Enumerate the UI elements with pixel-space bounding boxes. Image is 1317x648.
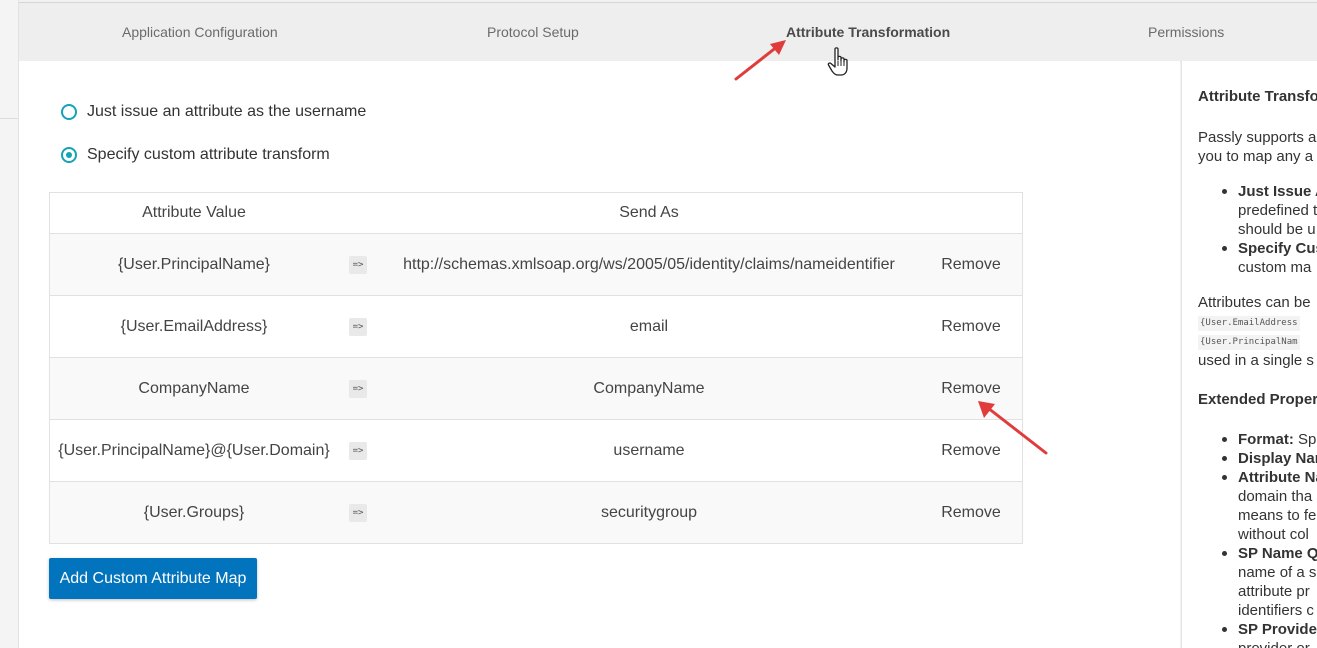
remove-cell: Remove bbox=[920, 380, 1022, 398]
help-term-line: means to fe bbox=[1238, 507, 1317, 524]
help-attrs-line: used in a single s bbox=[1198, 352, 1314, 369]
remove-button[interactable]: Remove bbox=[941, 256, 1001, 273]
remove-button[interactable]: Remove bbox=[941, 442, 1001, 459]
help-term-line: identifiers c bbox=[1238, 602, 1314, 619]
arrow-cell: => bbox=[338, 255, 378, 274]
bullet-icon bbox=[1222, 246, 1227, 251]
radio-username-attribute[interactable] bbox=[61, 104, 77, 120]
send-as-value: CompanyName bbox=[593, 379, 705, 397]
remove-cell: Remove bbox=[920, 256, 1022, 274]
main-content: Just issue an attribute as the username … bbox=[19, 61, 1180, 648]
remove-cell: Remove bbox=[920, 442, 1022, 460]
remove-cell: Remove bbox=[920, 318, 1022, 336]
help-intro-line: you to map any a bbox=[1198, 148, 1314, 165]
tab-attribute-transformation[interactable]: Attribute Transformation bbox=[786, 3, 950, 61]
tab-protocol-setup[interactable]: Protocol Setup bbox=[487, 3, 579, 61]
help-term-line: should be u bbox=[1238, 221, 1316, 238]
help-panel: Attribute Transfo Passly supports a you … bbox=[1181, 61, 1317, 648]
send-as-value: http://schemas.xmlsoap.org/ws/2005/05/id… bbox=[403, 255, 895, 273]
table-row: {User.PrincipalName}@{User.Domain} => us… bbox=[50, 420, 1022, 482]
bullet-icon bbox=[1222, 189, 1227, 194]
tab-permissions[interactable]: Permissions bbox=[1148, 3, 1224, 61]
remove-button[interactable]: Remove bbox=[941, 318, 1001, 335]
bullet-icon bbox=[1222, 437, 1227, 442]
help-term: Just Issue A bbox=[1238, 183, 1317, 200]
sidebar-divider bbox=[0, 118, 18, 119]
attribute-map-table: Attribute Value Send As {User.PrincipalN… bbox=[49, 192, 1023, 544]
help-attrs-line: Attributes can be bbox=[1198, 294, 1311, 311]
send-as-value: securitygroup bbox=[600, 503, 698, 521]
table-header: Attribute Value Send As bbox=[50, 193, 1022, 234]
help-term: Display Nam bbox=[1238, 450, 1317, 467]
tab-application-configuration[interactable]: Application Configuration bbox=[122, 3, 278, 61]
add-custom-attribute-map-button[interactable]: Add Custom Attribute Map bbox=[49, 558, 257, 599]
table-row: {User.EmailAddress} => email Remove bbox=[50, 296, 1022, 358]
option-custom-transform[interactable]: Specify custom attribute transform bbox=[61, 144, 330, 166]
help-code-sample: {User.EmailAddress bbox=[1198, 316, 1300, 331]
bullet-icon bbox=[1222, 627, 1227, 632]
remove-cell: Remove bbox=[920, 504, 1022, 522]
help-term: SP Provide bbox=[1238, 621, 1317, 638]
help-title: Attribute Transfo bbox=[1198, 88, 1317, 105]
help-term: Attribute Na bbox=[1238, 469, 1317, 486]
header-attribute-value: Attribute Value bbox=[142, 204, 246, 221]
arrow-icon: => bbox=[348, 317, 368, 336]
help-term-line: custom ma bbox=[1238, 259, 1312, 276]
tab-bar: Application Configuration Protocol Setup… bbox=[19, 2, 1317, 62]
arrow-icon: => bbox=[348, 441, 368, 460]
help-term-line: predefined t bbox=[1238, 202, 1317, 219]
table-row: {User.PrincipalName} => http://schemas.x… bbox=[50, 234, 1022, 296]
help-term-line: provider or bbox=[1238, 639, 1310, 648]
option-username-attribute[interactable]: Just issue an attribute as the username bbox=[61, 101, 366, 123]
help-intro-line: Passly supports a bbox=[1198, 129, 1317, 146]
help-extended-title: Extended Proper bbox=[1198, 391, 1317, 408]
help-term: SP Name Q bbox=[1238, 545, 1317, 562]
radio-custom-transform[interactable] bbox=[61, 147, 77, 163]
attribute-value: CompanyName bbox=[138, 379, 250, 397]
send-as-value: username bbox=[613, 441, 685, 459]
help-code-sample: {User.PrincipalNam bbox=[1198, 335, 1300, 350]
send-as-value: email bbox=[629, 317, 669, 335]
left-sidebar-edge bbox=[0, 0, 19, 648]
arrow-cell: => bbox=[338, 441, 378, 460]
attribute-value: {User.PrincipalName}@{User.Domain} bbox=[58, 441, 330, 459]
arrow-cell: => bbox=[338, 379, 378, 398]
help-term: Format: Spe bbox=[1238, 431, 1317, 448]
bullet-icon bbox=[1222, 456, 1227, 461]
help-term: Specify Cus bbox=[1238, 240, 1317, 257]
arrow-icon: => bbox=[348, 503, 368, 522]
option-label: Specify custom attribute transform bbox=[87, 146, 330, 163]
remove-button[interactable]: Remove bbox=[941, 504, 1001, 521]
help-term-line: without col bbox=[1238, 526, 1309, 543]
help-term-line: attribute pr bbox=[1238, 583, 1310, 600]
help-term-line: name of a s bbox=[1238, 564, 1317, 581]
arrow-icon: => bbox=[348, 379, 368, 398]
bullet-icon bbox=[1222, 551, 1227, 556]
bullet-icon bbox=[1222, 475, 1227, 480]
remove-button[interactable]: Remove bbox=[941, 380, 1001, 397]
option-label: Just issue an attribute as the username bbox=[87, 103, 367, 120]
attribute-value: {User.PrincipalName} bbox=[117, 255, 271, 273]
attribute-value: {User.Groups} bbox=[143, 503, 245, 521]
arrow-cell: => bbox=[338, 317, 378, 336]
table-row: {User.Groups} => securitygroup Remove bbox=[50, 482, 1022, 543]
attribute-value: {User.EmailAddress} bbox=[120, 317, 268, 335]
arrow-icon: => bbox=[348, 255, 368, 274]
table-row: CompanyName => CompanyName Remove bbox=[50, 358, 1022, 420]
help-term-line: domain tha bbox=[1238, 488, 1313, 505]
header-send-as: Send As bbox=[619, 204, 679, 221]
arrow-cell: => bbox=[338, 503, 378, 522]
